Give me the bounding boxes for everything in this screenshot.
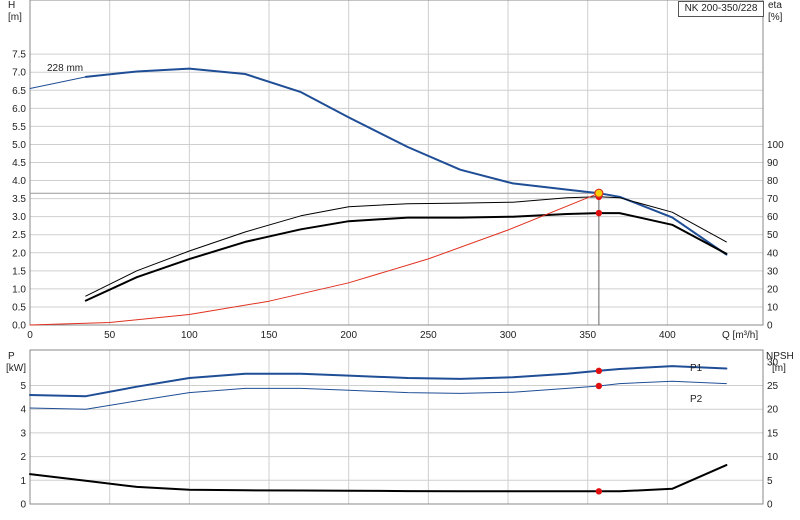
y-tick-label-right: 30 — [767, 266, 779, 277]
x-tick-label: 200 — [340, 330, 357, 341]
y-tick-label-right: 80 — [767, 176, 779, 187]
y-tick-label-left: 1 — [20, 476, 26, 487]
panel-1: 0.0 0.5 1.0 1.5 2.0 2.5 3.0 3.5 4.0 4.5 5.0 5.5 6.0 6… — [12, 0, 784, 341]
series-label-p2: P2 — [690, 394, 703, 405]
y-tick-label-right: 90 — [767, 158, 779, 169]
series-line-2-3 — [29, 464, 728, 493]
y-tick-label-left: 7.5 — [12, 50, 26, 61]
pump-curve-chart: 0.0 0.5 1.0 1.5 2.0 2.5 3.0 3.5 4.0 4.5 5.0 5.5 6.0 6… — [12, 0, 784, 511]
y-tick-label-left: 4.0 — [12, 176, 26, 187]
y-axis-label-head: H — [8, 0, 16, 11]
series-line-1-1 — [84, 67, 728, 256]
y-tick-label-left: 2.0 — [12, 248, 26, 259]
y-tick-label-left: 1.5 — [12, 266, 26, 277]
y-tick-label-right: 15 — [767, 428, 779, 439]
x-axis-label: Q [m³/h] — [722, 330, 759, 341]
x-tick-label: 400 — [659, 330, 676, 341]
duty-point-marker — [594, 188, 604, 198]
y-tick-label-left: 5.5 — [12, 122, 26, 133]
y-tick-label-right: 5 — [767, 476, 773, 487]
y-tick-label-right: 100 — [767, 140, 784, 151]
series-line-1-2 — [29, 76, 87, 89]
y-tick-label-left: 1.0 — [12, 284, 26, 295]
y-tick-label-left: 2.5 — [12, 230, 26, 241]
y-tick-label-right: 10 — [767, 302, 779, 313]
y-tick-label-left: 3.0 — [12, 212, 26, 223]
series-label-p1: P1 — [690, 363, 703, 374]
y-tick-label-left: 4.5 — [12, 158, 26, 169]
y-tick-label-right: 70 — [767, 194, 779, 205]
operating-point-marker — [595, 209, 603, 217]
y-tick-label-right: 25 — [767, 381, 779, 392]
series-line-1-4 — [84, 212, 728, 302]
x-tick-label: 100 — [181, 330, 198, 341]
panel-2: 012345051015202530 — [20, 349, 779, 511]
x-tick-label: 150 — [261, 330, 278, 341]
x-tick-label: 350 — [579, 330, 596, 341]
y-tick-label-left: 6.5 — [12, 86, 26, 97]
impeller-diameter-label: 228 mm — [47, 63, 84, 74]
y-tick-label-right: 20 — [767, 284, 779, 295]
chart-title: NK 200-350/228 — [678, 1, 764, 17]
y-tick-label-left: 0 — [20, 500, 26, 511]
y-tick-label-left: 4 — [20, 405, 26, 416]
y-tick-label-right: 20 — [767, 405, 779, 416]
y-tick-label-right: 60 — [767, 212, 779, 223]
x-tick-label: 250 — [420, 330, 437, 341]
y-tick-label-left: 6.0 — [12, 104, 26, 115]
plot-frame — [29, 349, 764, 505]
x-tick-label: 0 — [27, 330, 33, 341]
y-tick-label-right: 0 — [767, 500, 773, 511]
operating-point-marker — [595, 488, 603, 495]
y-axis-unit-power: [kW] — [6, 363, 26, 374]
y-tick-label-left: 5 — [20, 381, 26, 392]
y-tick-label-right: 40 — [767, 248, 779, 259]
operating-point-marker — [595, 382, 603, 390]
y-axis-unit-eta: [%] — [768, 12, 783, 23]
y-tick-label-right: 10 — [767, 452, 779, 463]
y-axis-label-npsh: NPSH — [766, 351, 794, 362]
y-tick-label-right: 0 — [767, 321, 773, 332]
y-axis-unit-npsh: [m] — [772, 363, 786, 374]
y-tick-label-left: 0.5 — [12, 302, 26, 313]
y-tick-label-right: 50 — [767, 230, 779, 241]
y-tick-label-left: 3.5 — [12, 194, 26, 205]
y-axis-label-power: P — [8, 351, 15, 362]
y-tick-label-left: 0.0 — [12, 321, 26, 332]
y-tick-label-left: 7.0 — [12, 68, 26, 79]
y-tick-label-left: 3 — [20, 428, 26, 439]
y-tick-label-left: 5.0 — [12, 140, 26, 151]
y-axis-label-eta: eta — [768, 0, 782, 11]
series-line-1-3 — [85, 196, 727, 297]
y-tick-label-left: 2 — [20, 452, 26, 463]
y-axis-unit-head: [m] — [8, 12, 22, 23]
x-tick-label: 50 — [104, 330, 116, 341]
x-tick-label: 300 — [500, 330, 517, 341]
operating-point-marker — [595, 367, 603, 375]
